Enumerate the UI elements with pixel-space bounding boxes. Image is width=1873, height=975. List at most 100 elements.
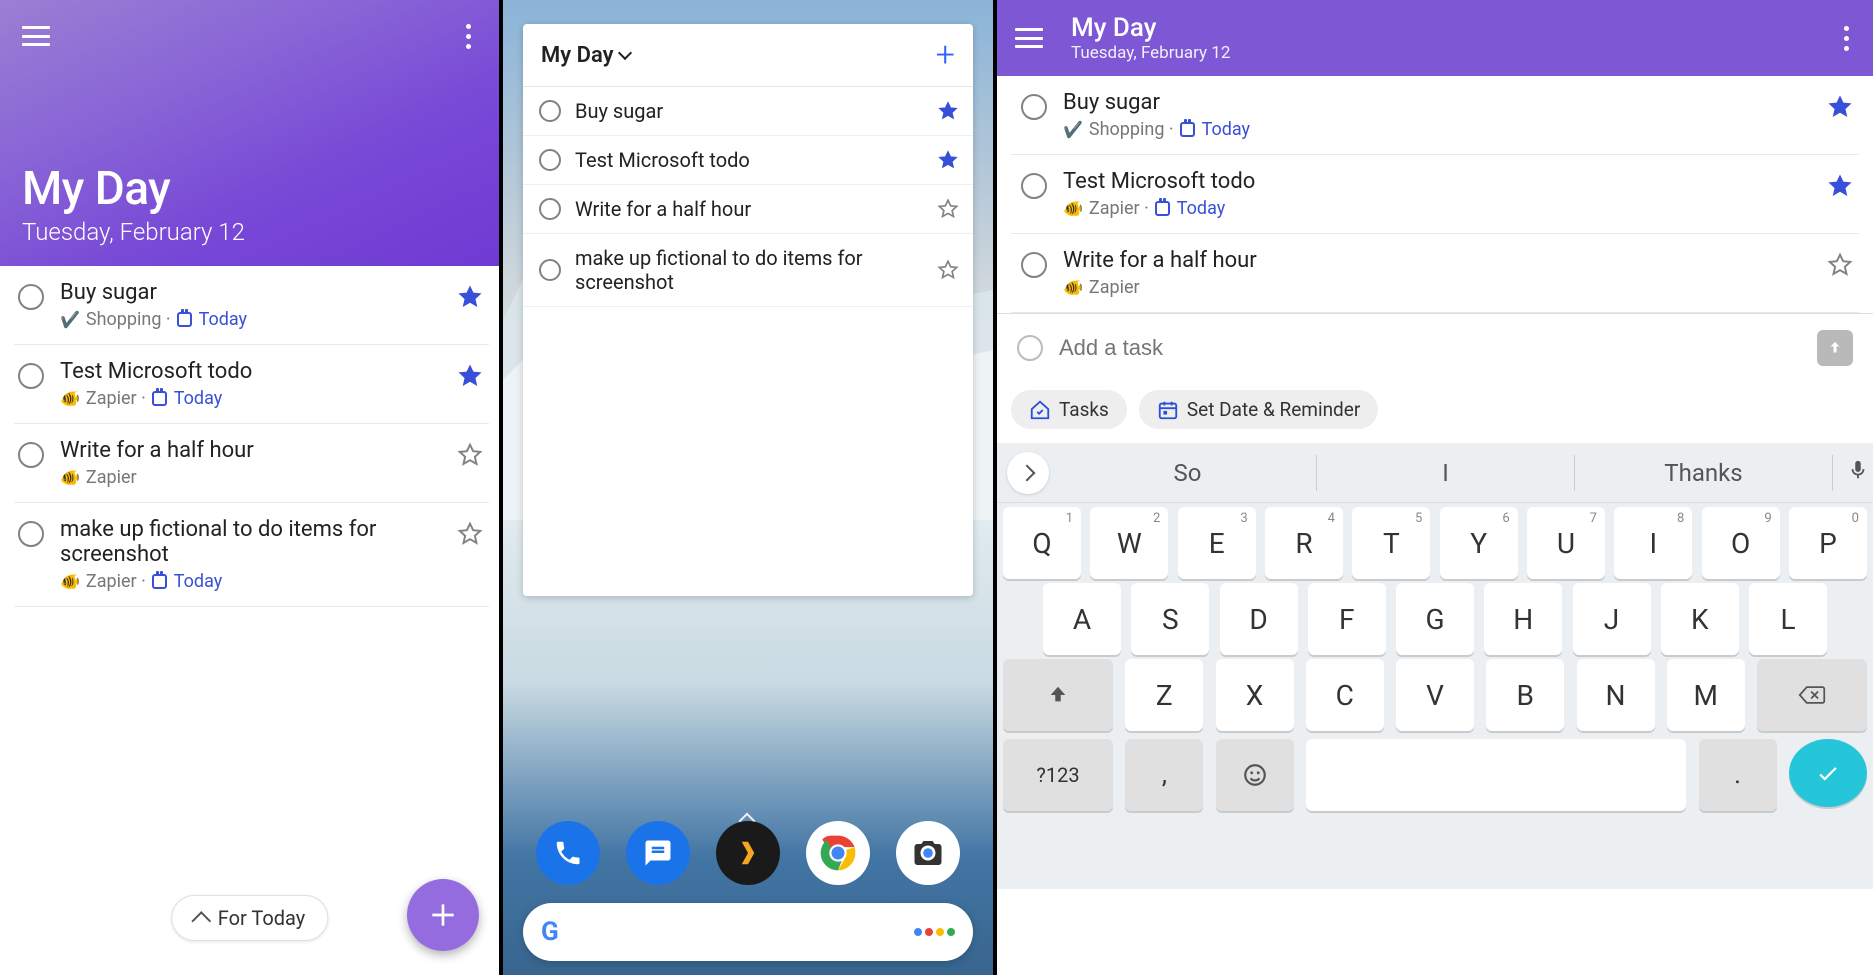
suggestion[interactable]: So xyxy=(1059,455,1317,491)
key-emoji[interactable] xyxy=(1216,739,1294,811)
star-icon[interactable] xyxy=(937,198,959,220)
star-button[interactable] xyxy=(1819,90,1853,124)
widget-add-button[interactable]: + xyxy=(936,38,955,72)
widget-task-row[interactable]: make up fictional to do items for screen… xyxy=(523,234,973,307)
menu-icon[interactable] xyxy=(22,26,50,46)
checkbox-icon[interactable] xyxy=(539,259,561,281)
chip-set-date[interactable]: Set Date & Reminder xyxy=(1139,390,1378,429)
star-icon[interactable] xyxy=(1827,94,1853,120)
star-icon[interactable] xyxy=(457,363,483,389)
key-shift[interactable] xyxy=(1003,659,1113,731)
key-T[interactable]: 5T xyxy=(1352,507,1430,579)
key-H[interactable]: H xyxy=(1484,583,1562,655)
key-M[interactable]: M xyxy=(1667,659,1745,731)
checkbox-icon[interactable] xyxy=(539,100,561,122)
widget-task-row[interactable]: Buy sugar xyxy=(523,87,973,136)
search-bar[interactable]: G xyxy=(523,903,973,961)
menu-icon[interactable] xyxy=(1015,28,1043,48)
checkbox-icon[interactable] xyxy=(18,284,44,310)
key-J[interactable]: J xyxy=(1573,583,1651,655)
star-button[interactable] xyxy=(449,359,483,393)
task-row[interactable]: Test Microsoft todo 🐠 Zapier · Today xyxy=(14,345,489,424)
checkbox-icon[interactable] xyxy=(1021,94,1047,120)
task-row[interactable]: make up fictional to do items for screen… xyxy=(14,503,489,607)
key-enter[interactable] xyxy=(1789,739,1867,807)
star-icon[interactable] xyxy=(457,442,483,468)
key-X[interactable]: X xyxy=(1216,659,1294,731)
star-icon[interactable] xyxy=(937,149,959,171)
key-comma[interactable]: , xyxy=(1125,739,1203,811)
key-U[interactable]: 7U xyxy=(1527,507,1605,579)
dock-plex[interactable] xyxy=(716,821,780,885)
star-icon[interactable] xyxy=(937,100,959,122)
mic-icon[interactable] xyxy=(1833,459,1873,487)
key-C[interactable]: C xyxy=(1306,659,1384,731)
checkbox-icon[interactable] xyxy=(18,521,44,547)
checkbox-icon[interactable] xyxy=(18,363,44,389)
key-W[interactable]: 2W xyxy=(1090,507,1168,579)
key-V[interactable]: V xyxy=(1396,659,1474,731)
checkbox-icon[interactable] xyxy=(1021,173,1047,199)
key-S[interactable]: S xyxy=(1131,583,1209,655)
key-O[interactable]: 9O xyxy=(1702,507,1780,579)
checkbox-icon[interactable] xyxy=(539,149,561,171)
star-button[interactable] xyxy=(449,438,483,472)
widget-task-row[interactable]: Test Microsoft todo xyxy=(523,136,973,185)
for-today-button[interactable]: For Today xyxy=(171,895,328,941)
dock-phone[interactable] xyxy=(536,821,600,885)
key-period[interactable]: . xyxy=(1699,739,1777,811)
suggestion[interactable]: I xyxy=(1317,455,1575,491)
key-I[interactable]: 8I xyxy=(1614,507,1692,579)
checkbox-icon[interactable] xyxy=(1021,252,1047,278)
star-button[interactable] xyxy=(449,517,483,551)
key-backspace[interactable] xyxy=(1757,659,1867,731)
key-N[interactable]: N xyxy=(1577,659,1655,731)
star-icon[interactable] xyxy=(1827,252,1853,278)
key-D[interactable]: D xyxy=(1220,583,1298,655)
task-row[interactable]: Write for a half hour 🐠 Zapier xyxy=(14,424,489,503)
star-icon[interactable] xyxy=(1827,173,1853,199)
chip-tasks[interactable]: Tasks xyxy=(1011,390,1127,429)
add-task-fab[interactable] xyxy=(407,879,479,951)
submit-task-button[interactable] xyxy=(1817,330,1853,366)
key-L[interactable]: L xyxy=(1749,583,1827,655)
star-icon[interactable] xyxy=(937,259,959,281)
overflow-icon[interactable] xyxy=(460,18,477,55)
widget-title-button[interactable]: My Day xyxy=(541,43,630,68)
key-P[interactable]: 0P xyxy=(1789,507,1867,579)
key-symbols[interactable]: ?123 xyxy=(1003,739,1113,811)
suggestion[interactable]: Thanks xyxy=(1575,455,1833,491)
key-B[interactable]: B xyxy=(1486,659,1564,731)
task-row[interactable]: Write for a half hour 🐠 Zapier xyxy=(1011,234,1859,313)
dock-messages[interactable] xyxy=(626,821,690,885)
task-row[interactable]: Buy sugar ✔️ Shopping · Today xyxy=(1011,76,1859,155)
checkbox-icon[interactable] xyxy=(539,198,561,220)
star-icon[interactable] xyxy=(457,521,483,547)
key-K[interactable]: K xyxy=(1661,583,1739,655)
key-space[interactable] xyxy=(1306,739,1686,811)
task-row[interactable]: Test Microsoft todo 🐠 Zapier · Today xyxy=(1011,155,1859,234)
todo-widget[interactable]: My Day + Buy sugar Test Microsoft todo W… xyxy=(523,24,973,596)
assistant-icon[interactable] xyxy=(914,928,955,936)
star-button[interactable] xyxy=(449,280,483,314)
key-E[interactable]: 3E xyxy=(1178,507,1256,579)
task-row[interactable]: Buy sugar ✔️ Shopping · Today xyxy=(14,266,489,345)
checkbox-icon[interactable] xyxy=(18,442,44,468)
key-Y[interactable]: 6Y xyxy=(1440,507,1518,579)
widget-task-row[interactable]: Write for a half hour xyxy=(523,185,973,234)
dock-camera[interactable] xyxy=(896,821,960,885)
key-R[interactable]: 4R xyxy=(1265,507,1343,579)
key-Q[interactable]: 1Q xyxy=(1003,507,1081,579)
key-A[interactable]: A xyxy=(1043,583,1121,655)
star-icon[interactable] xyxy=(457,284,483,310)
checkbox-empty-icon[interactable] xyxy=(1017,335,1043,361)
add-task-input[interactable] xyxy=(1059,335,1801,361)
star-button[interactable] xyxy=(1819,169,1853,203)
key-Z[interactable]: Z xyxy=(1125,659,1203,731)
key-F[interactable]: F xyxy=(1308,583,1386,655)
overflow-icon[interactable] xyxy=(1838,20,1855,57)
star-button[interactable] xyxy=(1819,248,1853,282)
expand-suggestions-button[interactable] xyxy=(1007,452,1049,494)
key-G[interactable]: G xyxy=(1396,583,1474,655)
dock-chrome[interactable] xyxy=(806,821,870,885)
